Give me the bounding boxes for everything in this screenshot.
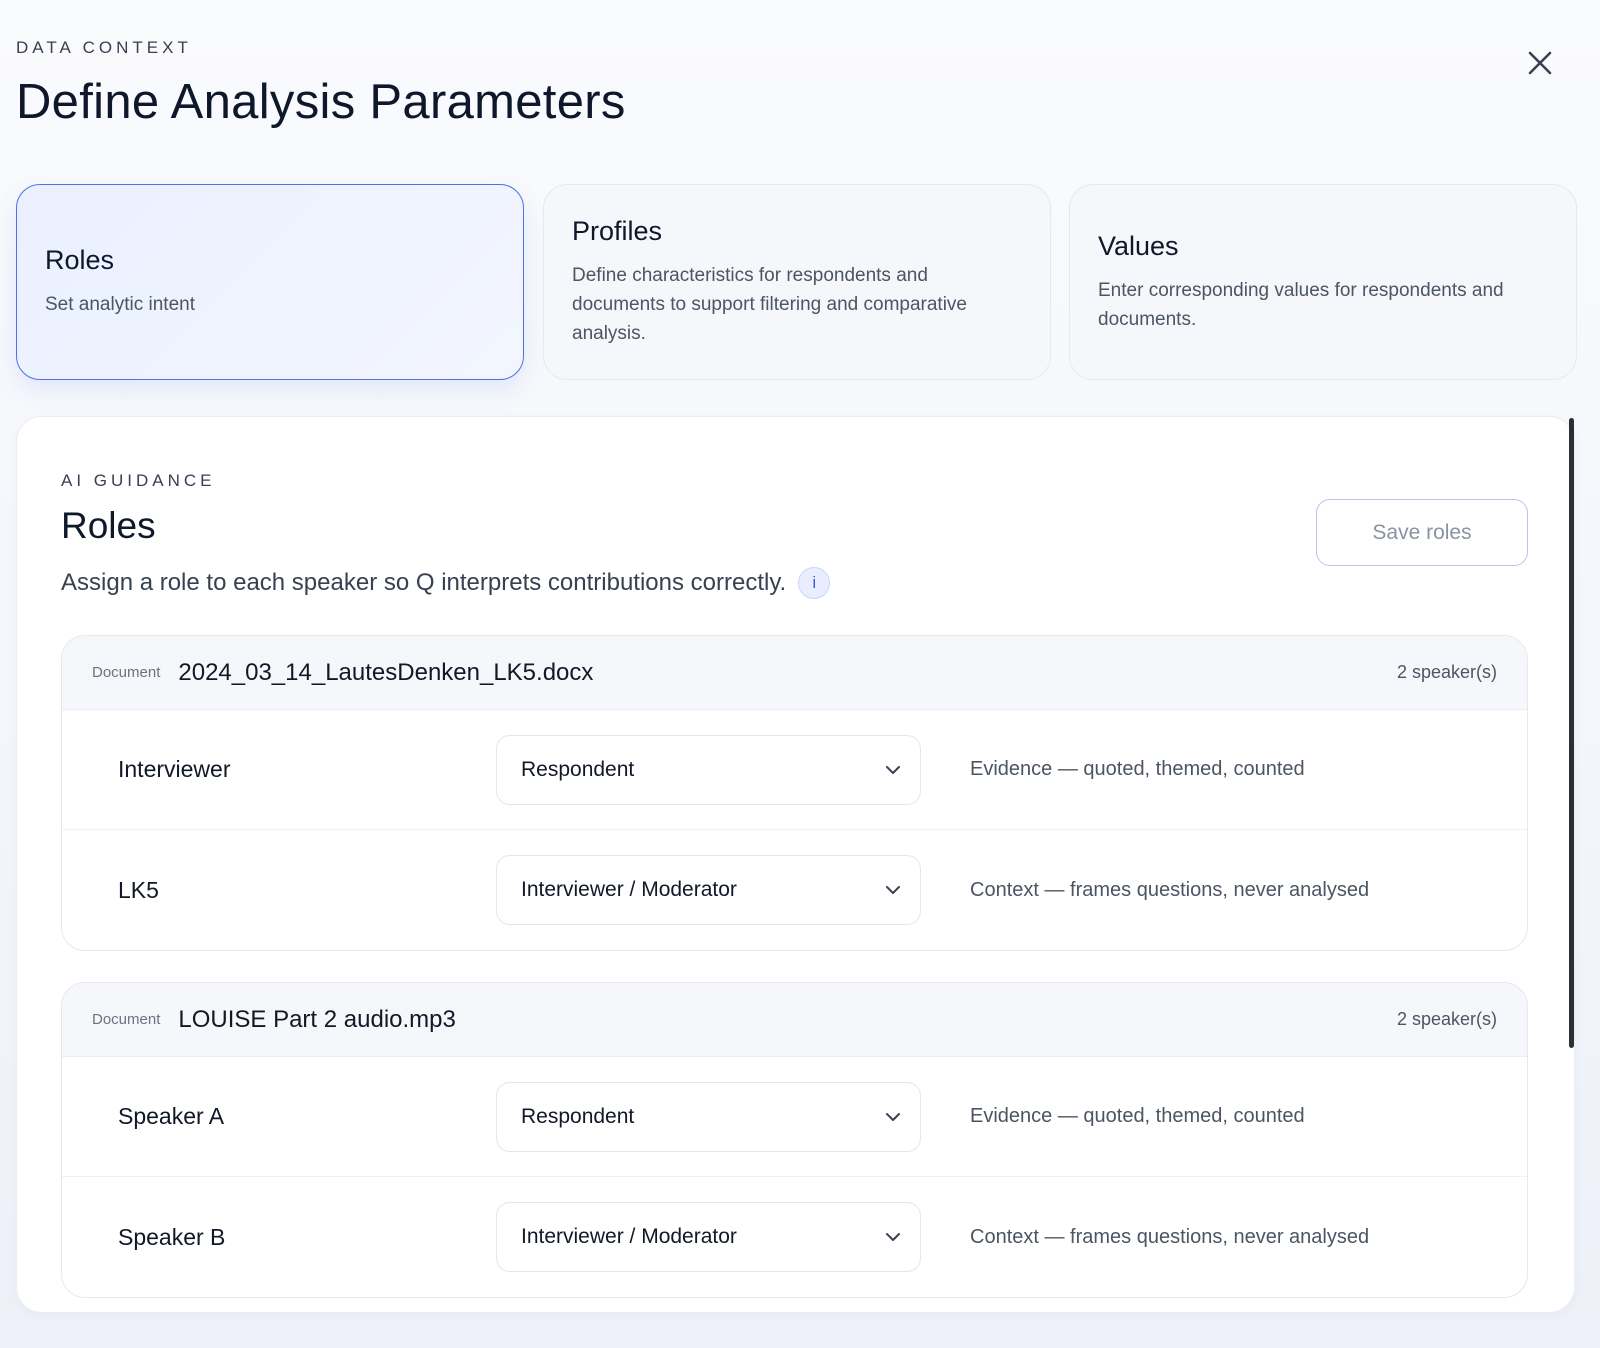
step-title: Roles xyxy=(45,245,115,275)
document-header: Document LOUISE Part 2 audio.mp3 2 speak… xyxy=(62,983,1527,1057)
document-header: Document 2024_03_14_LautesDenken_LK5.doc… xyxy=(62,636,1527,710)
speaker-count: 2 speaker(s) xyxy=(1396,662,1497,682)
step-card-values[interactable]: Values Enter corresponding values for re… xyxy=(1069,184,1577,380)
role-select-value: Interviewer / Moderator xyxy=(521,1225,737,1248)
role-effect: Context — frames questions, never analys… xyxy=(970,878,1370,901)
document-tag: Document xyxy=(92,664,161,681)
panel-title: Roles xyxy=(61,505,156,546)
role-effect: Evidence — quoted, themed, counted xyxy=(970,758,1305,780)
speaker-row: Speaker A Respondent Evidence — quoted, … xyxy=(62,1057,1527,1177)
speaker-count: 2 speaker(s) xyxy=(1396,1009,1497,1029)
step-card-profiles[interactable]: Profiles Define characteristics for resp… xyxy=(543,184,1051,380)
step-description: Set analytic intent xyxy=(45,294,195,315)
speaker-row: LK5 Interviewer / Moderator Context — fr… xyxy=(62,830,1527,950)
info-icon[interactable]: i xyxy=(798,567,831,599)
speaker-name: Speaker A xyxy=(118,1103,225,1129)
speaker-name: LK5 xyxy=(118,876,159,903)
save-roles-button[interactable]: Save roles xyxy=(1316,499,1528,566)
document-name: 2024_03_14_LautesDenken_LK5.docx xyxy=(178,658,594,686)
panel-subtitle: Assign a role to each speaker so Q inter… xyxy=(61,567,831,599)
role-select-value: Respondent xyxy=(521,757,635,781)
panel-scrollbar[interactable] xyxy=(1569,418,1574,1048)
chevron-down-icon xyxy=(886,1233,900,1241)
role-select-value: Respondent xyxy=(521,1104,635,1128)
document-group: Document 2024_03_14_LautesDenken_LK5.doc… xyxy=(61,635,1528,951)
dialog-eyebrow: DATA CONTEXT xyxy=(16,38,192,57)
role-select-value: Interviewer / Moderator xyxy=(521,878,737,901)
document-name: LOUISE Part 2 audio.mp3 xyxy=(178,1005,456,1033)
step-title: Values xyxy=(1098,230,1179,261)
role-effect: Evidence — quoted, themed, counted xyxy=(970,1105,1305,1127)
speaker-row: Interviewer Respondent Evidence — quoted… xyxy=(62,710,1527,830)
document-tag: Document xyxy=(92,1011,161,1028)
step-title: Profiles xyxy=(572,216,663,246)
role-select[interactable]: Interviewer / Moderator xyxy=(496,1202,921,1272)
data-context-dialog: DATA CONTEXT Define Analysis Parameters … xyxy=(0,0,1600,1348)
panel-eyebrow: AI GUIDANCE xyxy=(61,471,216,490)
speaker-name: Speaker B xyxy=(118,1223,226,1250)
role-select[interactable]: Interviewer / Moderator xyxy=(496,855,921,925)
step-description: Enter corresponding values for responden… xyxy=(1098,279,1504,330)
document-group: Document LOUISE Part 2 audio.mp3 2 speak… xyxy=(61,982,1528,1298)
role-select[interactable]: Respondent xyxy=(496,1081,921,1152)
roles-panel: AI GUIDANCE Roles Assign a role to each … xyxy=(16,416,1575,1313)
speaker-row: Speaker B Interviewer / Moderator Contex… xyxy=(62,1177,1527,1297)
step-card-roles[interactable]: Roles Set analytic intent xyxy=(16,184,524,380)
panel-subtitle-text: Assign a role to each speaker so Q inter… xyxy=(61,569,787,596)
role-select[interactable]: Respondent xyxy=(496,734,921,805)
chevron-down-icon xyxy=(886,886,900,894)
chevron-down-icon xyxy=(886,765,900,774)
close-button[interactable] xyxy=(1523,46,1557,80)
close-icon xyxy=(1528,51,1552,75)
role-effect: Context — frames questions, never analys… xyxy=(970,1225,1370,1248)
step-description: Define characteristics for respondents a… xyxy=(572,265,967,344)
chevron-down-icon xyxy=(886,1112,900,1121)
speaker-name: Interviewer xyxy=(118,756,231,782)
page-title: Define Analysis Parameters xyxy=(16,75,626,129)
